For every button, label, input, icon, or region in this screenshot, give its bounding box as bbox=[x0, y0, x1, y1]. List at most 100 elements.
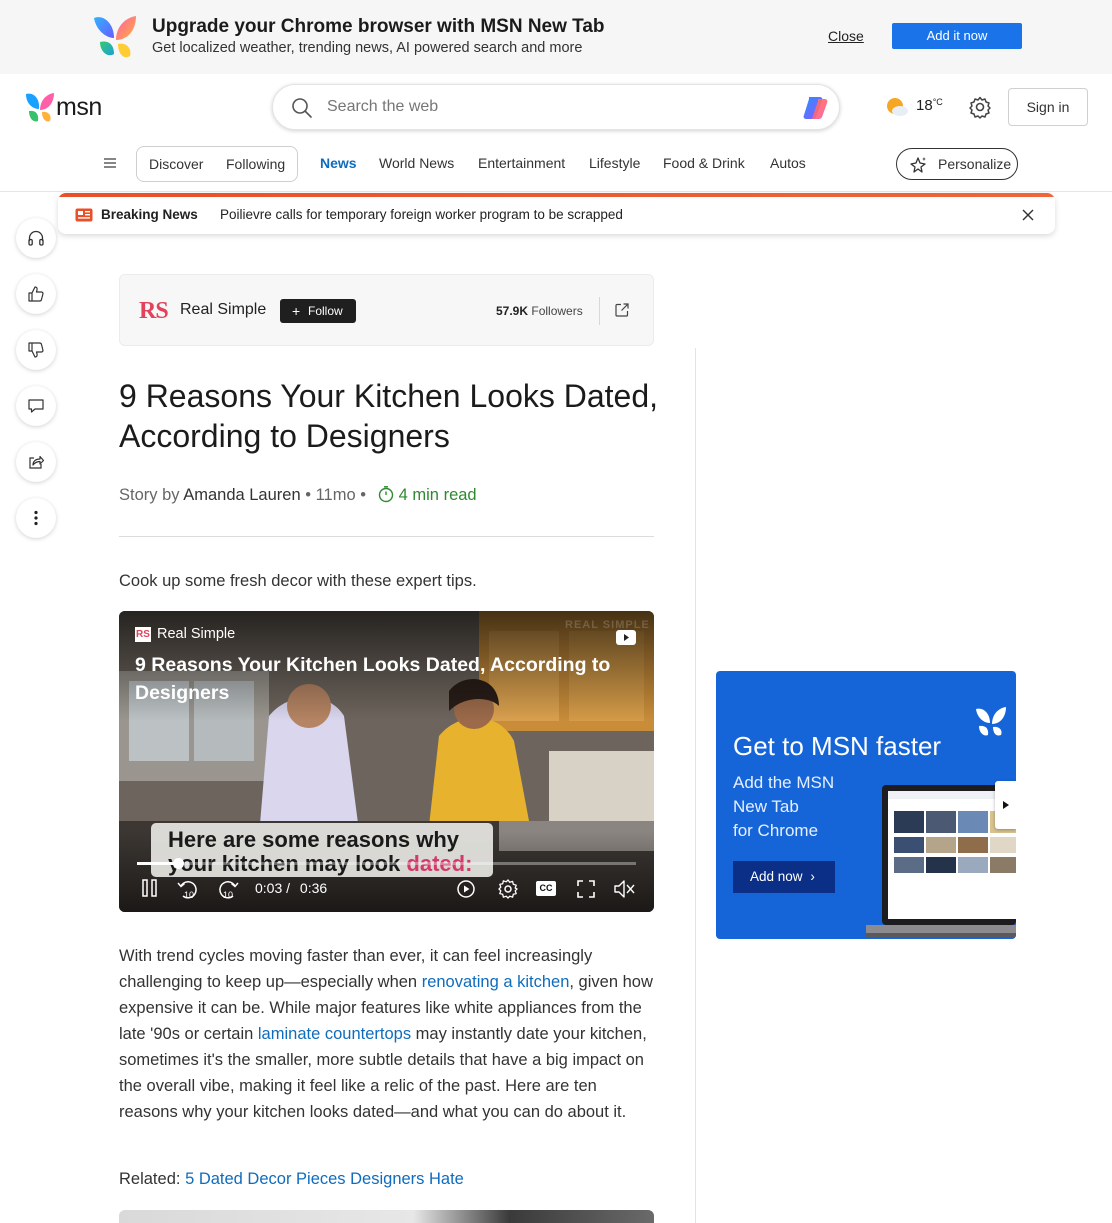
follower-count-value: 57.9K bbox=[496, 304, 529, 318]
video-watermark: REAL SIMPLE bbox=[565, 619, 650, 631]
msn-chrome-ad[interactable]: Get to MSN faster Add the MSN New Tab fo… bbox=[716, 671, 1016, 939]
video-time: 0:03 / 0:36 bbox=[255, 880, 327, 896]
chevron-right-icon: › bbox=[810, 869, 815, 884]
weather-temperature[interactable]: 18°C bbox=[916, 97, 943, 114]
forward-seconds: 10 bbox=[223, 890, 233, 900]
video-current-time: 0:03 bbox=[255, 880, 283, 896]
share-button[interactable] bbox=[16, 442, 56, 482]
article-headline: 9 Reasons Your Kitchen Looks Dated, Acco… bbox=[119, 378, 659, 454]
sign-in-button[interactable]: Sign in bbox=[1008, 88, 1088, 126]
nav-item-world-news[interactable]: World News bbox=[379, 155, 454, 171]
weather-temp-unit: °C bbox=[932, 97, 943, 107]
like-button[interactable] bbox=[16, 274, 56, 314]
youtube-icon[interactable] bbox=[616, 630, 636, 645]
follower-count-label: Followers bbox=[531, 304, 583, 318]
article-body-paragraph: With trend cycles moving faster than eve… bbox=[119, 943, 659, 1125]
ad-next-button[interactable] bbox=[995, 781, 1016, 829]
search-input[interactable] bbox=[327, 94, 787, 120]
promo-close-link[interactable]: Close bbox=[828, 28, 864, 44]
copilot-icon[interactable] bbox=[800, 93, 830, 123]
nav-item-entertainment[interactable]: Entertainment bbox=[478, 155, 565, 171]
more-options-button[interactable] bbox=[16, 498, 56, 538]
byline-separator: • bbox=[360, 486, 367, 504]
play-triangle-icon bbox=[1003, 801, 1009, 809]
publisher-name[interactable]: Real Simple bbox=[180, 301, 266, 319]
close-icon[interactable] bbox=[1021, 208, 1035, 222]
search-box[interactable] bbox=[272, 84, 840, 130]
dislike-button[interactable] bbox=[16, 330, 56, 370]
msn-logo-icon[interactable] bbox=[24, 91, 56, 123]
sparkle-star-icon bbox=[910, 157, 926, 173]
story-by-label: Story by bbox=[119, 486, 180, 504]
tab-discover[interactable]: Discover bbox=[149, 156, 203, 172]
ad-add-now-button[interactable]: Add now › bbox=[733, 861, 835, 893]
comment-icon bbox=[28, 399, 44, 413]
ad-title: Get to MSN faster bbox=[733, 731, 942, 761]
closed-captions-button[interactable]: CC bbox=[536, 881, 556, 896]
newspaper-icon bbox=[75, 208, 93, 222]
video-publisher-name[interactable]: Real Simple bbox=[157, 626, 235, 642]
feed-toggle: Discover Following bbox=[136, 146, 298, 182]
autoplay-icon[interactable] bbox=[455, 878, 477, 900]
read-time: 4 min read bbox=[398, 486, 477, 504]
gear-icon[interactable] bbox=[968, 95, 992, 119]
video-title: 9 Reasons Your Kitchen Looks Dated, Acco… bbox=[135, 654, 611, 704]
article-age: 11mo bbox=[315, 486, 356, 504]
article-divider bbox=[119, 536, 654, 537]
video-progress-bar[interactable] bbox=[137, 858, 636, 869]
open-external-icon[interactable] bbox=[614, 302, 630, 318]
publisher-card: RS Real Simple + Follow 57.9K Followers bbox=[119, 274, 654, 346]
follower-count: 57.9K Followers bbox=[496, 304, 583, 318]
pause-icon[interactable] bbox=[141, 878, 159, 898]
promo-add-button[interactable]: Add it now bbox=[892, 23, 1022, 49]
byline-separator: • bbox=[305, 486, 312, 504]
related-link-line: Related: 5 Dated Decor Pieces Designers … bbox=[119, 1170, 464, 1189]
chrome-promo-banner: Upgrade your Chrome browser with MSN New… bbox=[0, 0, 1112, 74]
related-article-link[interactable]: 5 Dated Decor Pieces Designers Hate bbox=[185, 1170, 464, 1188]
msn-butterfly-logo-icon bbox=[94, 16, 136, 58]
gear-icon[interactable] bbox=[497, 878, 519, 900]
follow-label: Follow bbox=[308, 304, 343, 318]
weather-temp-value: 18 bbox=[916, 97, 933, 114]
rewind-10-icon[interactable]: 10 bbox=[177, 878, 199, 900]
breaking-news-bar: Breaking News Poilievre calls for tempor… bbox=[58, 193, 1055, 234]
video-publisher-logo: RS bbox=[135, 627, 151, 642]
search-icon bbox=[292, 98, 312, 118]
promo-subtitle: Get localized weather, trending news, AI… bbox=[152, 40, 583, 56]
hamburger-menu-icon[interactable] bbox=[102, 155, 118, 171]
breaking-news-accent bbox=[58, 193, 1055, 197]
forward-10-icon[interactable]: 10 bbox=[217, 878, 239, 900]
video-caption: Here are some reasons why your kitchen m… bbox=[151, 823, 493, 877]
nav-item-lifestyle[interactable]: Lifestyle bbox=[589, 155, 640, 171]
partly-cloudy-icon[interactable] bbox=[885, 96, 909, 118]
ad-button-label: Add now bbox=[750, 869, 803, 884]
fullscreen-icon[interactable] bbox=[575, 878, 597, 900]
promo-title: Upgrade your Chrome browser with MSN New… bbox=[152, 16, 605, 37]
tab-following[interactable]: Following bbox=[226, 156, 285, 172]
breaking-news-headline[interactable]: Poilievre calls for temporary foreign wo… bbox=[220, 207, 623, 222]
mute-icon[interactable] bbox=[612, 878, 636, 900]
breaking-news-label: Breaking News bbox=[101, 207, 198, 222]
publisher-logo[interactable]: RS bbox=[139, 298, 169, 325]
article-lede: Cook up some fresh decor with these expe… bbox=[119, 572, 477, 590]
comment-button[interactable] bbox=[16, 386, 56, 426]
video-player[interactable]: RS Real Simple REAL SIMPLE 9 Reasons You… bbox=[119, 611, 654, 912]
nav-item-food-drink[interactable]: Food & Drink bbox=[663, 155, 745, 171]
renovating-kitchen-link[interactable]: renovating a kitchen bbox=[422, 973, 570, 991]
related-label: Related: bbox=[119, 1170, 181, 1188]
listen-button[interactable] bbox=[16, 218, 56, 258]
ad-subtitle: Add the MSN New Tab for Chrome bbox=[733, 773, 835, 840]
plus-icon: + bbox=[292, 303, 301, 319]
author-name[interactable]: Amanda Lauren bbox=[183, 486, 300, 504]
rewind-seconds: 10 bbox=[184, 890, 194, 900]
headphones-icon bbox=[28, 230, 44, 246]
video-progress-fill bbox=[137, 862, 179, 865]
personalize-button[interactable]: Personalize bbox=[896, 148, 1018, 180]
laminate-countertops-link[interactable]: laminate countertops bbox=[258, 1025, 411, 1043]
article-byline: Story by Amanda Lauren • 11mo • 4 min re… bbox=[119, 485, 477, 505]
header-divider bbox=[0, 191, 1112, 192]
follow-button[interactable]: + Follow bbox=[280, 299, 356, 323]
nav-item-news[interactable]: News bbox=[320, 155, 357, 171]
msn-wordmark[interactable]: msn bbox=[56, 93, 102, 122]
nav-item-autos[interactable]: Autos bbox=[770, 155, 806, 171]
